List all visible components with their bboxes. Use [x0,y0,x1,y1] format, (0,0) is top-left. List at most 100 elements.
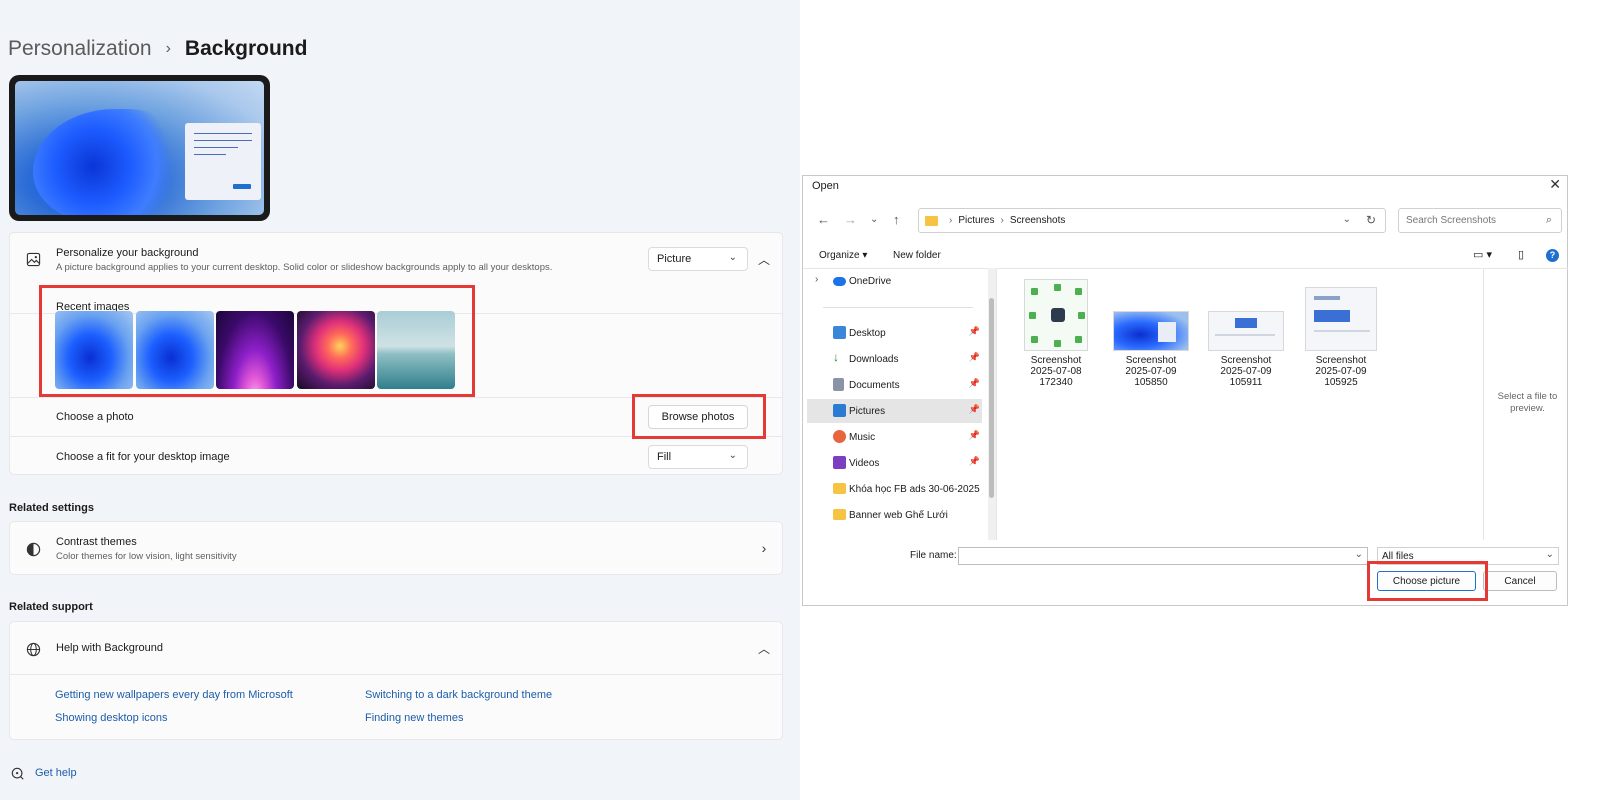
preview-line [194,154,226,155]
organize-menu[interactable]: Organize ▾ [819,250,867,261]
nav-item-desktop[interactable]: Desktop 📌 [807,321,982,345]
nav-item-pictures[interactable]: Pictures 📌 [807,399,982,423]
background-type-value: Picture [657,253,692,265]
chevron-up-icon[interactable]: ︿ [756,251,772,267]
link-desktop-icons[interactable]: Showing desktop icons [55,712,168,724]
page-title: Background [184,37,308,60]
help-links-row [10,674,782,740]
contrast-themes-subtitle: Color themes for low vision, light sensi… [56,551,237,562]
cancel-button[interactable]: Cancel [1483,571,1557,591]
file-name-line3: 172340 [1039,377,1073,388]
chevron-right-icon: › [761,540,767,556]
help-background-title[interactable]: Help with Background [56,642,163,654]
refresh-icon[interactable]: ↻ [1366,213,1376,227]
nav-scrollbar[interactable] [988,268,996,540]
highlight-browse-photos [632,394,766,439]
preview-pane-icon[interactable]: ▯ [1518,248,1524,261]
file-name-label: File name: [910,550,957,561]
file-thumbnail [1024,279,1088,351]
file-list: Screenshot 2025-07-08 172340 Screenshot … [996,268,1482,540]
file-name-line1: Screenshot [1030,355,1082,366]
file-name-line3: 105925 [1324,377,1358,388]
picture-icon [24,250,42,268]
preview-button [233,184,251,189]
address-bar[interactable]: › Pictures › Screenshots ⌄ ↻ [918,208,1386,233]
settings-panel: Personalization › Background Personalize… [0,0,800,800]
address-dropdown-icon[interactable]: ⌄ [1343,214,1351,225]
fit-row: Choose a fit for your desktop image Fill… [10,436,782,476]
file-item-2[interactable]: Screenshot 2025-07-09 105850 [1108,279,1194,388]
file-name-line1: Screenshot [1125,355,1177,366]
nav-item-onedrive[interactable]: › OneDrive [807,269,982,293]
search-placeholder: Search Screenshots [1406,215,1497,226]
nav-item-documents[interactable]: Documents 📌 [807,373,982,397]
chevron-down-icon: ⌄ [728,450,737,461]
chevron-down-icon[interactable]: ⌄ [870,214,878,225]
personalize-subtitle: A picture background applies to your cur… [56,262,553,273]
file-name-line1: Screenshot [1220,355,1272,366]
music-icon [833,430,846,443]
link-dark-theme[interactable]: Switching to a dark background theme [365,689,552,701]
pin-icon: 📌 [968,378,980,388]
path-pictures[interactable]: Pictures [958,215,994,226]
file-thumbnail [1305,287,1377,351]
contrast-themes-title: Contrast themes [56,536,137,548]
navigation-pane: › OneDrive Desktop 📌 ↓ Downloads 📌 Docum… [803,268,988,540]
pin-icon: 📌 [968,456,980,466]
file-name-input[interactable]: ⌄ [958,547,1368,565]
up-arrow-icon[interactable]: ↑ [893,212,900,227]
desktop-preview [9,75,270,221]
nav-label: Downloads [849,353,899,365]
file-type-value: All files [1382,550,1414,562]
nav-item-folder-banner[interactable]: Banner web Ghế Lưới [807,503,982,527]
breadcrumb-personalization[interactable]: Personalization [8,37,152,61]
chevron-down-icon: ⌄ [728,252,737,263]
nav-item-videos[interactable]: Videos 📌 [807,451,982,475]
nav-label: Music [849,431,876,443]
preview-window [185,123,261,200]
help-icon[interactable]: ? [1546,249,1559,262]
close-icon[interactable]: ✕ [1549,176,1561,193]
contrast-themes-card[interactable]: Contrast themes Color themes for low vis… [9,521,783,575]
desktop-icon [833,326,846,339]
link-new-wallpapers[interactable]: Getting new wallpapers every day from Mi… [55,689,293,701]
file-thumbnail [1208,311,1284,351]
link-new-themes[interactable]: Finding new themes [365,712,463,724]
scrollbar-thumb[interactable] [989,298,994,498]
file-item-1[interactable]: Screenshot 2025-07-08 172340 [1013,279,1099,388]
file-name-line3: 105850 [1134,377,1168,388]
preview-line [194,140,252,141]
fit-dropdown[interactable]: Fill ⌄ [648,445,748,469]
open-dialog: Open ✕ ← → ⌄ ↑ › Pictures › Screenshots … [802,175,1568,606]
forward-arrow-icon[interactable]: → [844,212,857,227]
related-settings-heading: Related settings [9,502,94,514]
related-support-heading: Related support [9,601,93,613]
path-screenshots[interactable]: Screenshots [1010,215,1066,226]
highlight-choose-picture [1367,561,1488,601]
search-icon: ⌕ [1545,214,1552,226]
background-type-dropdown[interactable]: Picture ⌄ [648,247,748,271]
breadcrumb-separator: › [165,40,171,57]
preview-pane: Select a file to preview. [1483,268,1568,540]
get-help-link[interactable]: Get help [35,767,77,779]
dialog-title: Open [812,180,839,192]
chevron-down-icon[interactable]: ⌄ [1355,549,1363,560]
file-thumbnail [1113,311,1189,351]
file-item-3[interactable]: Screenshot 2025-07-09 105911 [1203,279,1289,388]
preview-bloom-image [33,109,183,215]
choose-photo-label: Choose a photo [56,411,134,423]
file-name-line1: Screenshot [1315,355,1367,366]
back-arrow-icon[interactable]: ← [817,212,830,227]
file-item-4[interactable]: Screenshot 2025-07-09 105925 [1298,279,1384,388]
view-options-icon[interactable]: ▭ ▾ [1473,248,1492,261]
chevron-up-icon[interactable]: ︿ [756,640,772,656]
pin-icon: 📌 [968,326,980,336]
nav-item-music[interactable]: Music 📌 [807,425,982,449]
chevron-down-icon: ⌄ [1545,549,1554,560]
nav-item-folder-fb-ads[interactable]: Khóa học FB ads 30-06-2025 [807,477,982,501]
expand-chevron-icon[interactable]: › [815,274,818,285]
path-separator: › [1000,215,1004,226]
nav-item-downloads[interactable]: ↓ Downloads 📌 [807,347,982,371]
search-input[interactable]: Search Screenshots ⌕ [1398,208,1562,233]
new-folder-button[interactable]: New folder [893,250,941,261]
